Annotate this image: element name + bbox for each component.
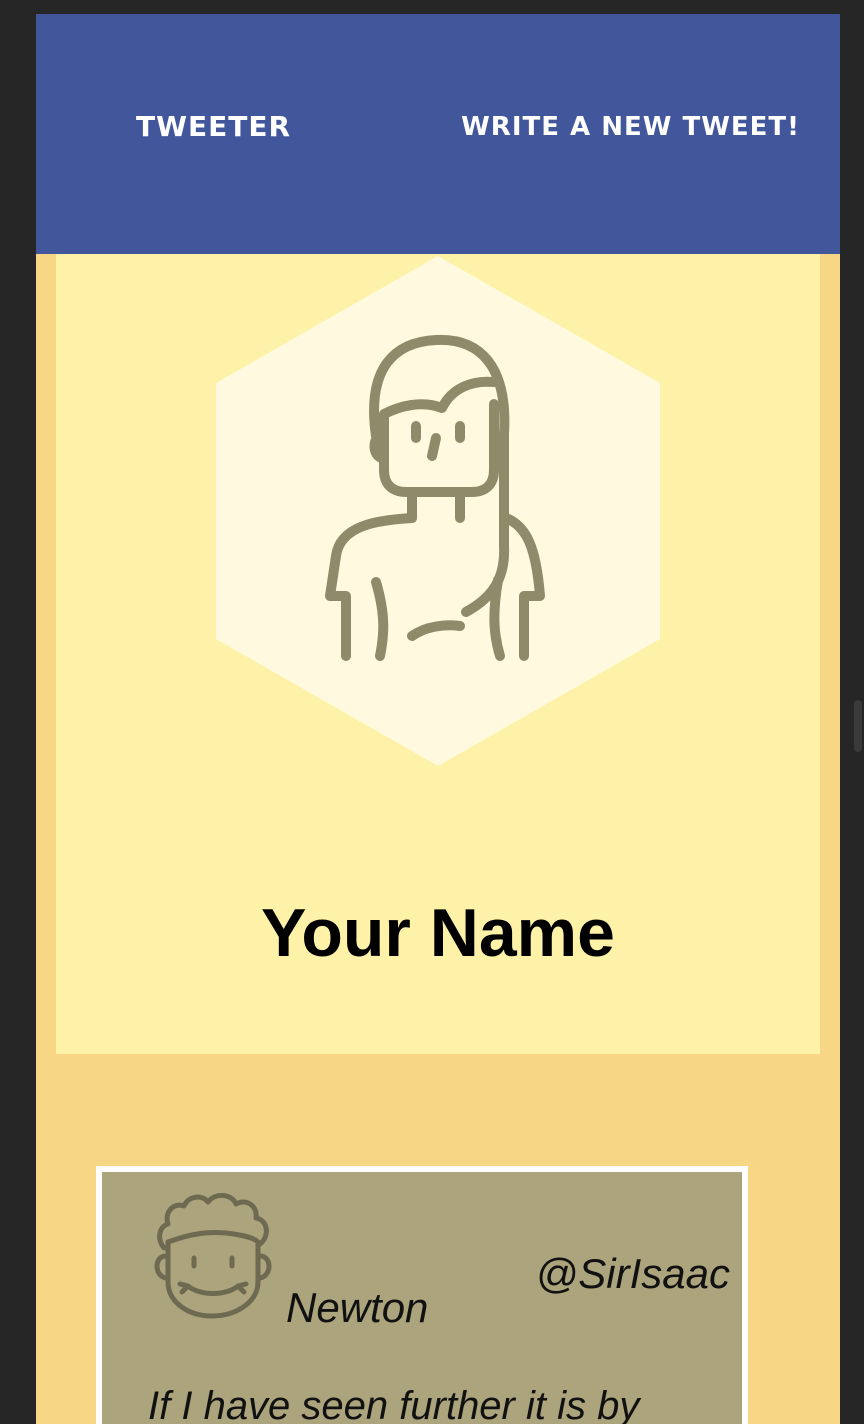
- navbar: TWEETER WRITE A NEW TWEET!: [36, 14, 840, 254]
- tweet-card: Newton @SirIsaac If I have seen further …: [96, 1166, 748, 1424]
- profile-card: Your Name: [56, 254, 820, 1054]
- write-new-tweet-link[interactable]: WRITE A NEW TWEET!: [461, 112, 800, 142]
- avatar-hexagon-frame: [216, 256, 660, 766]
- profile-avatar: [216, 256, 660, 766]
- tweet-text: If I have seen further it is by: [148, 1384, 640, 1424]
- brand-link[interactable]: TWEETER: [136, 110, 291, 143]
- man-avatar-icon: [154, 1193, 272, 1319]
- tweet-author-handle[interactable]: @SirIsaac: [536, 1250, 730, 1298]
- page: TWEETER WRITE A NEW TWEET! Your Name New…: [36, 14, 840, 1424]
- profile-name: Your Name: [261, 895, 615, 971]
- tweet-author-name: Newton: [286, 1284, 429, 1331]
- scrollbar-thumb[interactable]: [854, 700, 862, 752]
